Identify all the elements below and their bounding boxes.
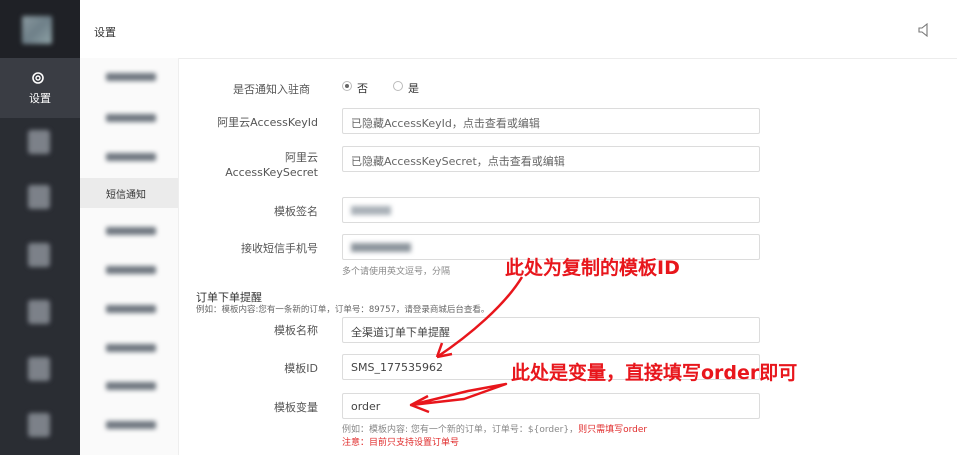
annotation-variable: 此处是变量，直接填写order即可 xyxy=(511,362,798,384)
nav-item[interactable] xyxy=(28,130,50,154)
nav-item[interactable] xyxy=(28,300,50,324)
access-key-id-label: 阿里云AccessKeyId xyxy=(217,116,318,129)
submenu-item-sms[interactable]: 短信通知 xyxy=(80,178,178,208)
access-key-secret-input[interactable]: 已隐藏AccessKeySecret，点击查看或编辑 xyxy=(342,146,760,172)
order-section-example: 例如：模板内容:您有一条新的订单，订单号：89757，请登录商城后台查看。 xyxy=(196,305,490,315)
template-var-value: order xyxy=(351,400,381,413)
phone-help: 多个请使用英文逗号，分隔 xyxy=(342,267,451,277)
page-header: 设置 xyxy=(80,0,957,59)
main-nav: 设置 xyxy=(0,0,80,455)
speaker-icon[interactable] xyxy=(918,23,930,37)
template-var-help-red: 则只需填写order xyxy=(578,425,648,435)
nav-item[interactable] xyxy=(28,357,50,381)
radio-yes-label: 是 xyxy=(408,82,419,95)
template-var-help: 例如：模板内容: 您有一个新的订单，订单号：${order}，则只需填写orde… xyxy=(342,422,647,435)
nav-item[interactable] xyxy=(28,413,50,437)
template-id-label: 模板ID xyxy=(284,362,318,375)
submenu-item[interactable] xyxy=(80,142,178,172)
radio-no-label: 否 xyxy=(357,82,368,95)
template-name-input[interactable]: 全渠道订单下单提醒 xyxy=(342,317,760,343)
nav-top xyxy=(0,0,80,58)
phone-label: 接收短信手机号 xyxy=(241,242,318,255)
annotation-template-id: 此处为复制的模板ID xyxy=(505,257,680,279)
template-sign-label: 模板签名 xyxy=(274,205,318,218)
access-key-id-placeholder: 已隐藏AccessKeyId，点击查看或编辑 xyxy=(351,117,540,130)
access-key-secret-label-1: 阿里云 xyxy=(285,151,318,164)
submenu-item-sms-label: 短信通知 xyxy=(106,190,146,201)
template-name-value: 全渠道订单下单提醒 xyxy=(351,326,450,339)
access-key-secret-placeholder: 已隐藏AccessKeySecret，点击查看或编辑 xyxy=(351,155,565,168)
template-id-value: SMS_177535962 xyxy=(351,361,443,374)
template-var-help-prefix: 例如：模板内容: 您有一个新的订单，订单号：${order}， xyxy=(342,425,579,435)
app-logo xyxy=(22,16,52,44)
template-var-note: 注意：目前只支持设置订单号 xyxy=(342,438,460,448)
redacted-value xyxy=(351,243,411,252)
submenu-item[interactable] xyxy=(80,294,178,324)
template-sign-input[interactable] xyxy=(342,197,760,223)
template-var-input[interactable]: order xyxy=(342,393,760,419)
submenu-item[interactable] xyxy=(80,103,178,133)
page-title: 设置 xyxy=(94,26,116,39)
access-key-id-input[interactable]: 已隐藏AccessKeyId，点击查看或编辑 xyxy=(342,108,760,134)
submenu-item[interactable] xyxy=(80,371,178,401)
nav-item-settings[interactable]: 设置 xyxy=(0,58,80,118)
radio-circle[interactable] xyxy=(393,81,403,91)
submenu-item[interactable] xyxy=(80,255,178,285)
access-key-secret-label-2: AccessKeySecret xyxy=(225,166,318,179)
gear-icon xyxy=(32,72,44,84)
template-name-label: 模板名称 xyxy=(274,324,318,337)
settings-submenu: 短信通知 xyxy=(80,58,179,455)
nav-item-settings-label: 设置 xyxy=(29,92,51,105)
nav-item[interactable] xyxy=(28,243,50,267)
radio-circle[interactable] xyxy=(342,81,352,91)
submenu-item[interactable] xyxy=(80,216,178,246)
template-var-label: 模板变量 xyxy=(274,401,318,414)
submenu-item[interactable] xyxy=(80,333,178,363)
notify-merchant-label: 是否通知入驻商 xyxy=(233,83,310,96)
redacted-value xyxy=(351,206,391,215)
nav-item[interactable] xyxy=(28,185,50,209)
submenu-item[interactable] xyxy=(80,62,178,92)
submenu-item[interactable] xyxy=(80,410,178,440)
